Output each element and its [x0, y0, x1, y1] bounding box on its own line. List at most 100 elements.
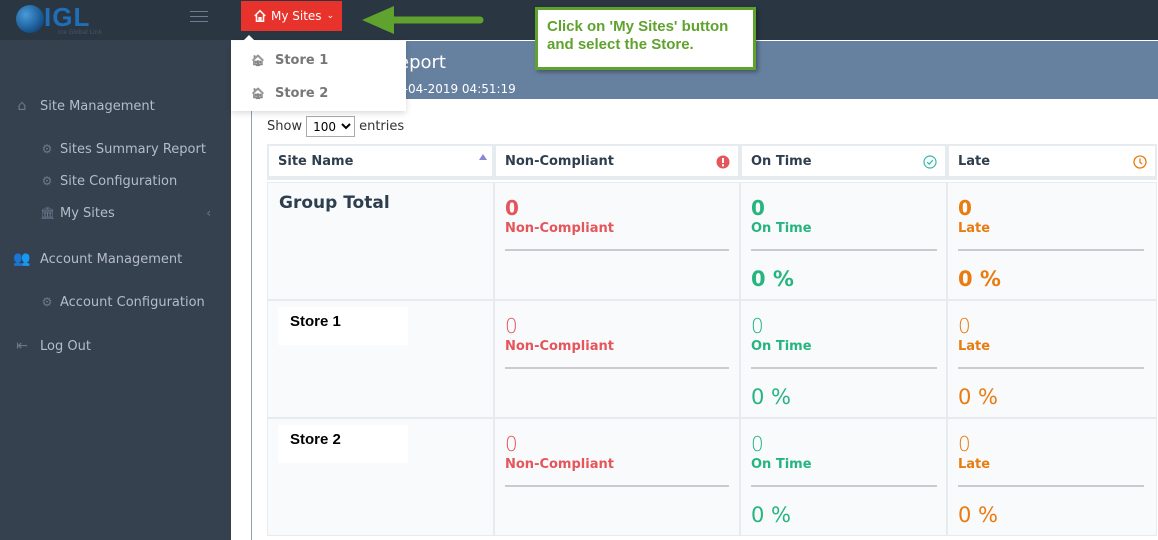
- on-time-label: On Time: [751, 457, 812, 472]
- sidebar-label: Account Management: [40, 251, 183, 267]
- column-header-on-time[interactable]: On Time: [740, 144, 947, 180]
- my-sites-button[interactable]: My Sites ⌄: [241, 1, 342, 31]
- header-label: Late: [958, 153, 991, 169]
- late-label: Late: [958, 339, 991, 354]
- late-percent: 0 %: [958, 267, 1001, 291]
- cell-on-time: 0 On Time 0 %: [740, 300, 947, 418]
- late-count: 0: [958, 196, 972, 220]
- divider: [505, 367, 729, 369]
- header-label: On Time: [751, 153, 812, 169]
- cell-site-name: Store 2: [267, 418, 494, 536]
- sidebar-item-site-management[interactable]: ⌂ Site Management: [0, 93, 231, 119]
- column-header-non-compliant[interactable]: Non-Compliant: [494, 144, 740, 180]
- sidebar-item-my-sites[interactable]: 🏛 My Sites ‹: [0, 202, 231, 224]
- on-time-label: On Time: [751, 221, 812, 236]
- brand-logo[interactable]: IGL Ice Global Link: [14, 2, 114, 37]
- globe-icon: [16, 5, 44, 33]
- divider: [751, 249, 937, 251]
- site-name[interactable]: Store 2: [278, 425, 408, 463]
- menu-toggle-icon[interactable]: [190, 11, 208, 25]
- cell-non-compliant: 0 Non-Compliant: [494, 300, 740, 418]
- cell-late: 0 Late 0 %: [947, 300, 1157, 418]
- cell-non-compliant: 0 Non-Compliant: [494, 182, 740, 300]
- non-compliant-label: Non-Compliant: [505, 457, 614, 472]
- cell-site-name: Group Total: [267, 182, 494, 300]
- cell-late: 0 Late 0 %: [947, 182, 1157, 300]
- cell-site-name: Store 1: [267, 300, 494, 418]
- cell-on-time: 0 On Time 0 %: [740, 182, 947, 300]
- logo-tagline: Ice Global Link: [58, 29, 103, 36]
- column-header-late[interactable]: Late: [947, 144, 1157, 180]
- on-time-percent: 0 %: [751, 267, 794, 291]
- column-header-site-name[interactable]: Site Name: [267, 144, 494, 180]
- sidebar-label: Site Configuration: [60, 173, 178, 189]
- on-time-count: 0: [751, 196, 765, 220]
- late-percent: 0 %: [958, 503, 998, 527]
- non-compliant-count: 0: [505, 196, 519, 220]
- cell-on-time: 0 On Time 0 %: [740, 418, 947, 536]
- divider: [958, 249, 1144, 251]
- dropdown-item-label: Store 1: [274, 52, 329, 68]
- dropdown-item-label: Store 2: [274, 85, 329, 101]
- divider: [751, 485, 937, 487]
- cell-late: 0 Late 0 %: [947, 418, 1157, 536]
- late-label: Late: [958, 221, 991, 236]
- on-time-percent: 0 %: [751, 503, 791, 527]
- exclamation-circle-icon: [716, 155, 730, 169]
- check-circle-icon: [923, 155, 937, 169]
- non-compliant-label: Non-Compliant: [505, 339, 614, 354]
- sidebar-label: Sites Summary Report: [60, 141, 206, 157]
- clock-icon: [1133, 155, 1147, 169]
- sort-asc-icon[interactable]: [479, 154, 487, 160]
- users-icon: 👥: [13, 251, 31, 267]
- dropdown-item-store-1[interactable]: 🏠︎ Store 1: [251, 50, 328, 70]
- sidebar-item-account-management[interactable]: 👥 Account Management: [0, 246, 231, 272]
- home-outline-icon: ⌂: [17, 98, 27, 114]
- late-percent: 0 %: [958, 385, 998, 409]
- header-label: Site Name: [278, 153, 354, 169]
- home-icon: 🏠︎: [251, 86, 265, 100]
- sidebar: ⌂ Site Management ⚙ Sites Summary Report…: [0, 40, 231, 540]
- report-timestamp: 7-04-2019 04:51:19: [396, 82, 516, 96]
- site-name[interactable]: Store 1: [278, 307, 408, 345]
- on-time-label: On Time: [751, 339, 812, 354]
- non-compliant-label: Non-Compliant: [505, 221, 614, 236]
- home-icon: [254, 9, 266, 23]
- bank-icon: 🏛: [40, 206, 56, 220]
- sidebar-item-account-configuration[interactable]: ⚙ Account Configuration: [0, 291, 231, 313]
- divider: [958, 485, 1144, 487]
- on-time-count: 0: [751, 432, 764, 456]
- show-label: Show: [267, 119, 303, 134]
- show-entries-control: Show 100 entries: [267, 116, 404, 137]
- dropdown-item-store-2[interactable]: 🏠︎ Store 2: [251, 83, 328, 103]
- non-compliant-count: 0: [505, 314, 518, 338]
- non-compliant-count: 0: [505, 432, 518, 456]
- content-divider: [251, 99, 252, 540]
- sidebar-label: Log Out: [40, 338, 91, 354]
- on-time-count: 0: [751, 314, 764, 338]
- sidebar-item-log-out[interactable]: ⇤ Log Out: [0, 333, 231, 359]
- gear-icon: ⚙: [41, 142, 53, 156]
- chevron-left-icon: ‹: [206, 206, 211, 220]
- entries-label: entries: [359, 119, 405, 134]
- sidebar-item-sites-summary-report[interactable]: ⚙ Sites Summary Report: [0, 138, 231, 160]
- header-label: Non-Compliant: [505, 153, 614, 169]
- gear-icon: ⚙: [41, 174, 53, 188]
- my-sites-dropdown: 🏠︎ Store 1 🏠︎ Store 2: [231, 35, 406, 111]
- divider: [505, 485, 729, 487]
- annotation-arrow-icon: [362, 6, 484, 34]
- sidebar-label: Site Management: [40, 98, 155, 114]
- late-label: Late: [958, 457, 991, 472]
- divider: [958, 367, 1144, 369]
- on-time-percent: 0 %: [751, 385, 791, 409]
- home-icon: 🏠︎: [251, 53, 265, 67]
- sidebar-item-site-configuration[interactable]: ⚙ Site Configuration: [0, 170, 231, 192]
- late-count: 0: [958, 314, 971, 338]
- divider: [505, 249, 729, 251]
- logout-icon: ⇤: [16, 338, 28, 354]
- site-name: Group Total: [279, 193, 390, 213]
- sidebar-label: Account Configuration: [60, 294, 205, 310]
- instruction-callout: Click on 'My Sites' button and select th…: [535, 7, 756, 70]
- sidebar-label: My Sites: [60, 205, 115, 221]
- entries-select[interactable]: 100: [306, 116, 356, 137]
